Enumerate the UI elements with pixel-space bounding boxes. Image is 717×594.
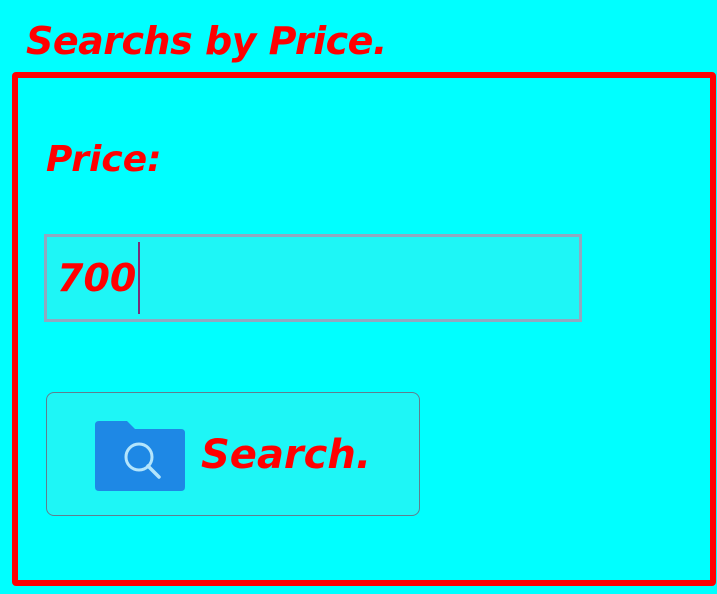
- price-input[interactable]: 700: [44, 234, 582, 322]
- text-caret: [138, 242, 141, 314]
- folder-search-icon: [95, 421, 185, 491]
- search-button-label: Search.: [201, 432, 372, 478]
- price-label: Price:: [46, 139, 162, 180]
- price-input-value: 700: [57, 256, 137, 300]
- search-button[interactable]: Search.: [46, 392, 420, 516]
- group-title: Searchs by Price.: [26, 19, 387, 63]
